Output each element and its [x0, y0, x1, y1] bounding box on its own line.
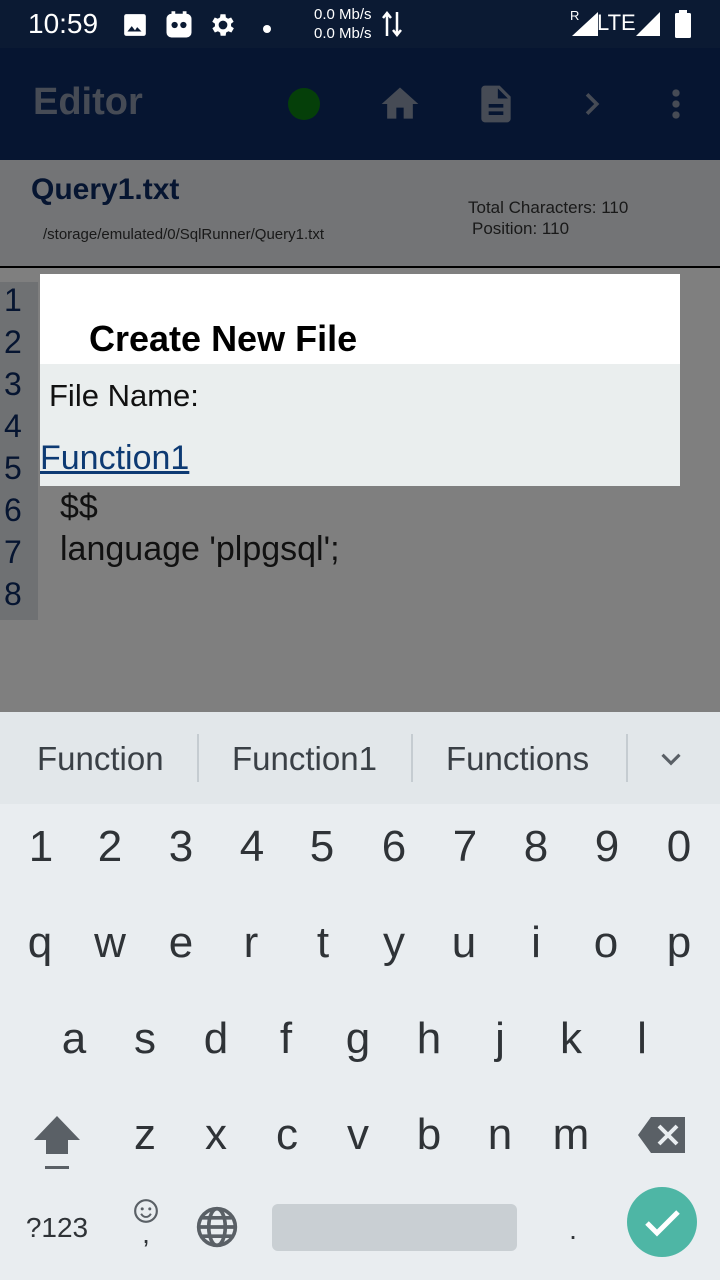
shift-icon[interactable] [32, 1114, 82, 1176]
key-7[interactable]: 7 [435, 822, 495, 872]
key-v[interactable]: v [328, 1110, 388, 1160]
network-speed: 0.0 Mb/s 0.0 Mb/s [314, 5, 372, 43]
key-d[interactable]: d [186, 1014, 246, 1064]
key-u[interactable]: u [434, 918, 494, 968]
dialog-title: Create New File [89, 318, 358, 359]
key-9[interactable]: 9 [577, 822, 637, 872]
battery-icon [674, 10, 692, 42]
key-4[interactable]: 4 [222, 822, 282, 872]
key-o[interactable]: o [576, 918, 636, 968]
app-notification-icon [164, 10, 194, 44]
key-g[interactable]: g [328, 1014, 388, 1064]
key-s[interactable]: s [115, 1014, 175, 1064]
key-2[interactable]: 2 [80, 822, 140, 872]
key-r[interactable]: r [221, 918, 281, 968]
enter-key[interactable] [627, 1187, 697, 1257]
file-name-input[interactable] [40, 436, 460, 480]
key-i[interactable]: i [506, 918, 566, 968]
key-x[interactable]: x [186, 1110, 246, 1160]
file-name-label: File Name: [49, 378, 199, 413]
key-n[interactable]: n [470, 1110, 530, 1160]
suggestion-strip: Function Function1 Functions [0, 712, 720, 804]
soft-keyboard: Function Function1 Functions 1 2 3 4 5 6… [0, 712, 720, 1280]
key-b[interactable]: b [399, 1110, 459, 1160]
symbols-key[interactable]: ?123 [25, 1212, 89, 1244]
status-time: 10:59 [28, 8, 99, 39]
key-c[interactable]: c [257, 1110, 317, 1160]
download-speed: 0.0 Mb/s [314, 25, 372, 42]
key-f[interactable]: f [256, 1014, 316, 1064]
status-bar: 10:59 0.0 Mb/s 0.0 Mb/s R LTE [0, 0, 720, 48]
key-t[interactable]: t [293, 918, 353, 968]
suggestion-divider [626, 734, 628, 782]
key-l[interactable]: l [612, 1014, 672, 1064]
key-h[interactable]: h [399, 1014, 459, 1064]
suggestion-divider [197, 734, 199, 782]
key-0[interactable]: 0 [649, 822, 709, 872]
chevron-down-icon[interactable] [654, 742, 688, 780]
create-file-dialog: Create New File File Name: [40, 274, 680, 486]
key-k[interactable]: k [541, 1014, 601, 1064]
key-j[interactable]: j [470, 1014, 530, 1064]
suggestion-divider [411, 734, 413, 782]
suggestion-item[interactable]: Functions [446, 740, 589, 778]
globe-icon[interactable] [195, 1205, 239, 1253]
settings-gear-icon [208, 10, 238, 44]
data-transfer-icon [380, 8, 404, 44]
checkmark-icon [645, 1210, 680, 1237]
key-1[interactable]: 1 [11, 822, 71, 872]
suggestion-item[interactable]: Function1 [232, 740, 377, 778]
space-bar[interactable] [272, 1204, 517, 1251]
key-w[interactable]: w [80, 918, 140, 968]
key-a[interactable]: a [44, 1014, 104, 1064]
gallery-icon [122, 12, 148, 42]
upload-speed: 0.0 Mb/s [314, 6, 372, 23]
dot-icon [262, 19, 272, 38]
key-p[interactable]: p [649, 918, 709, 968]
period-key[interactable]: . [543, 1214, 603, 1246]
key-m[interactable]: m [541, 1110, 601, 1160]
signal-secondary-icon [636, 12, 660, 40]
key-e[interactable]: e [151, 918, 211, 968]
suggestion-item[interactable]: Function [37, 740, 164, 778]
key-z[interactable]: z [115, 1110, 175, 1160]
key-5[interactable]: 5 [292, 822, 352, 872]
key-y[interactable]: y [364, 918, 424, 968]
key-q[interactable]: q [10, 918, 70, 968]
key-8[interactable]: 8 [506, 822, 566, 872]
network-type: LTE [597, 10, 636, 35]
comma-key[interactable]: , [116, 1218, 176, 1250]
key-3[interactable]: 3 [151, 822, 211, 872]
backspace-icon[interactable] [637, 1116, 687, 1158]
signal-icon [572, 12, 598, 40]
key-6[interactable]: 6 [364, 822, 424, 872]
